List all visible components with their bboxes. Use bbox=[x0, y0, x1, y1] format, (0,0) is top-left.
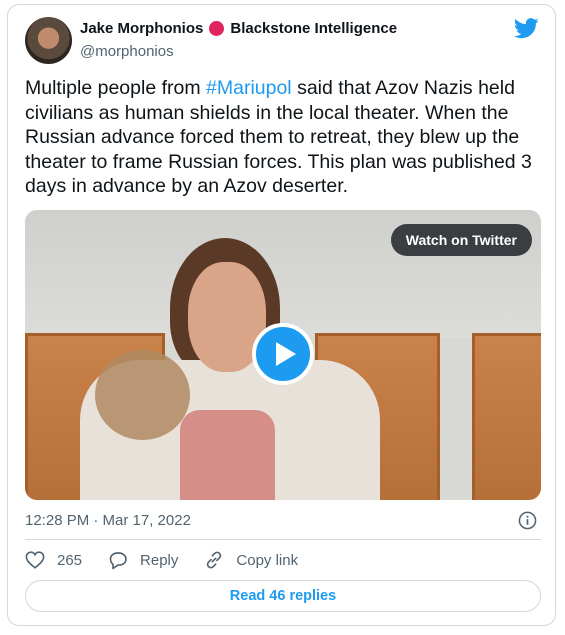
video-person-fur-collar bbox=[95, 350, 190, 440]
play-button[interactable] bbox=[252, 323, 314, 385]
author-affiliation: Blackstone Intelligence bbox=[230, 20, 398, 37]
like-button[interactable]: 265 bbox=[25, 551, 82, 569]
like-count: 265 bbox=[57, 551, 83, 569]
action-bar: 265 Reply Copy link bbox=[25, 550, 324, 570]
author-row[interactable]: Jake Morphonios Blackstone Intelligence bbox=[80, 20, 397, 37]
author-name[interactable]: Jake Morphonios bbox=[80, 20, 203, 37]
copy-link-label: Copy link bbox=[236, 551, 299, 569]
video-player[interactable]: Watch on Twitter bbox=[25, 210, 541, 500]
info-icon[interactable] bbox=[518, 511, 537, 530]
reply-icon bbox=[109, 551, 127, 569]
link-icon bbox=[207, 551, 222, 569]
heart-icon bbox=[25, 551, 45, 569]
author-handle[interactable]: @morphonios bbox=[80, 43, 174, 60]
tweet-text-before: Multiple people from bbox=[25, 77, 207, 99]
read-replies-button[interactable]: Read 46 replies bbox=[25, 580, 541, 612]
avatar[interactable] bbox=[25, 17, 72, 64]
copy-link-button[interactable]: Copy link bbox=[204, 550, 298, 570]
watch-on-twitter-button[interactable]: Watch on Twitter bbox=[390, 224, 532, 256]
tweet-card: Jake Morphonios Blackstone Intelligence … bbox=[7, 4, 556, 626]
divider bbox=[25, 539, 541, 540]
video-door-panel-right bbox=[472, 333, 541, 500]
reply-button[interactable]: Reply bbox=[108, 551, 178, 570]
video-person-shirt bbox=[180, 410, 275, 500]
badge-dot-icon bbox=[209, 21, 225, 36]
play-icon bbox=[276, 342, 296, 366]
twitter-bird-icon[interactable] bbox=[514, 18, 539, 39]
tweet-text: Multiple people from #Mariupol said that… bbox=[25, 76, 537, 199]
hashtag-link[interactable]: #Mariupol bbox=[206, 77, 292, 99]
reply-label: Reply bbox=[140, 551, 179, 569]
tweet-timestamp[interactable]: 12:28 PM · Mar 17, 2022 bbox=[25, 512, 191, 529]
